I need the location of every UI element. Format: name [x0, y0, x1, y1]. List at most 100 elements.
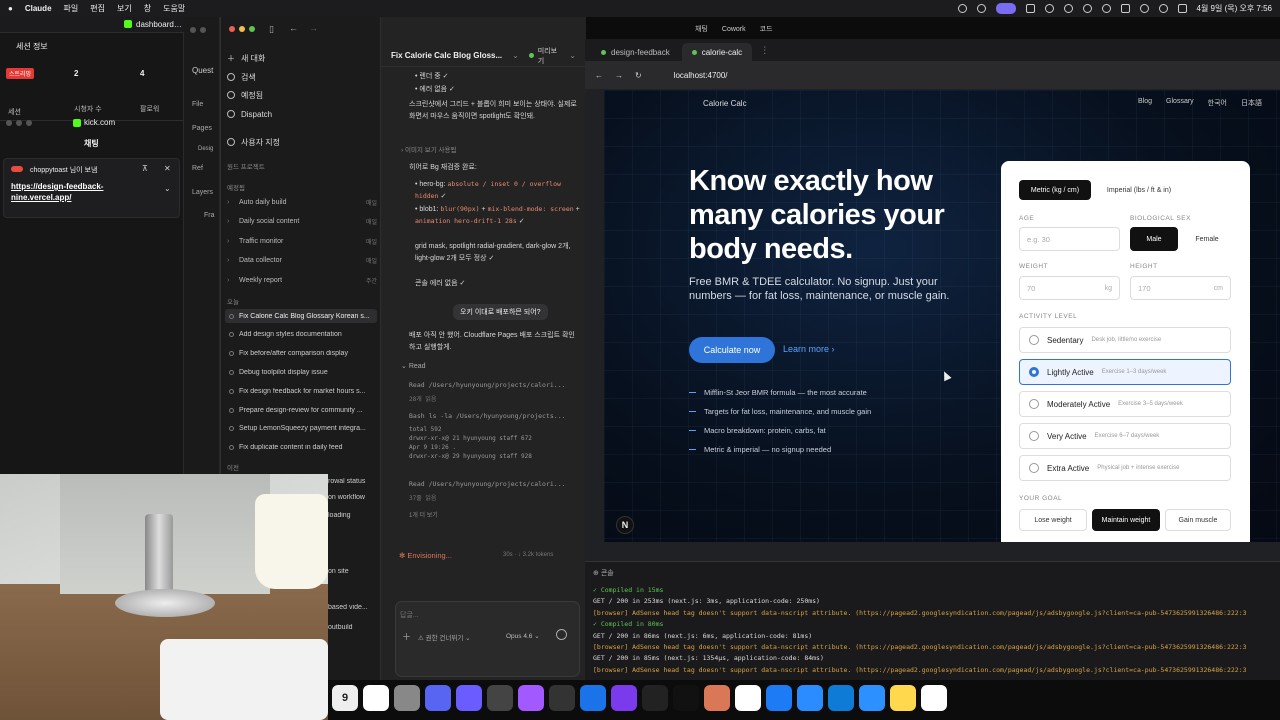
discord-icon[interactable]	[425, 685, 451, 711]
reload-icon[interactable]: ↻	[635, 71, 642, 80]
scheduled-item[interactable]: › Traffic monitor 매일	[227, 235, 377, 247]
chevron-down-icon[interactable]: ⌄	[512, 51, 519, 60]
wifi-icon[interactable]	[1139, 4, 1149, 13]
chat-history-item[interactable]: Debug toolpilot display issue	[225, 365, 377, 379]
menu-help[interactable]: 도움말	[163, 3, 185, 14]
clock[interactable]: 4월 9일 (목) 오후 7:56	[1197, 3, 1273, 14]
show-more-link[interactable]: 1개 더 보기	[409, 510, 438, 519]
status-icon[interactable]	[1025, 4, 1035, 13]
terminal-icon[interactable]	[673, 685, 699, 711]
weight-input[interactable]: 70 kg	[1019, 276, 1120, 300]
menu-file[interactable]: 파일	[64, 3, 79, 14]
minimize-button[interactable]	[239, 26, 245, 32]
figma-icon[interactable]	[518, 685, 544, 711]
font-icon[interactable]	[735, 685, 761, 711]
menu-app-name[interactable]: Claude	[25, 4, 52, 13]
status-icon[interactable]	[957, 4, 967, 13]
nav-glossary[interactable]: Glossary	[1166, 98, 1194, 108]
tab-calorie-calc[interactable]: calorie-calc	[681, 43, 753, 61]
moon-icon[interactable]	[1101, 4, 1111, 13]
vscode-icon[interactable]	[828, 685, 854, 711]
learn-more-link[interactable]: Learn more ›	[783, 344, 835, 354]
notes-icon[interactable]	[890, 685, 916, 711]
zoom-button[interactable]	[249, 26, 255, 32]
back-icon[interactable]: ←	[289, 23, 298, 33]
menu-view[interactable]: 보기	[117, 3, 132, 14]
forward-icon[interactable]: →	[309, 23, 318, 33]
height-input[interactable]: 170 cm	[1130, 276, 1231, 300]
minimize-button[interactable]	[16, 120, 22, 126]
chrome-icon[interactable]	[487, 685, 513, 711]
scheduled-item[interactable]: › Weekly report 주간	[227, 274, 377, 286]
chat-history-item[interactable]: outbuild	[328, 624, 380, 631]
nav-korean[interactable]: 한국어	[1208, 98, 1227, 108]
stop-button[interactable]	[556, 629, 567, 640]
mode-tab-code[interactable]: 코드	[760, 24, 773, 34]
unit-metric-toggle[interactable]: Metric (kg / cm)	[1019, 180, 1091, 200]
reply-input[interactable]	[400, 608, 575, 622]
goal-gain-button[interactable]: Gain muscle	[1165, 509, 1231, 531]
forward-icon[interactable]: →	[615, 71, 623, 80]
pinned-link[interactable]: https://design-feedback-nine.vercel.app/	[11, 181, 131, 203]
nav-dispatch[interactable]: Dispatch	[227, 107, 272, 121]
activity-moderately-active[interactable]: Moderately Active Exercise 3–5 days/week	[1019, 391, 1231, 417]
chat-history-item[interactable]: Fix Calorie Calc Blog Glossary Korean s.…	[225, 309, 377, 323]
notion-icon[interactable]	[363, 685, 389, 711]
nextjs-badge[interactable]: N	[616, 516, 634, 534]
scheduled-item[interactable]: › Data collector 매일	[227, 255, 377, 267]
calculate-button[interactable]: Calculate now	[689, 337, 775, 363]
cube-icon[interactable]	[549, 685, 575, 711]
chat-history-item[interactable]: Setup LemonSqueezy payment integra...	[225, 422, 377, 436]
tab-dashboard[interactable]: dashboard.kic	[136, 20, 184, 29]
chat-icon[interactable]	[456, 685, 482, 711]
chevron-down-icon[interactable]: ⌄	[569, 51, 576, 60]
activity-lightly-active[interactable]: Lightly Active Exercise 1–3 days/week	[1019, 359, 1231, 385]
control-center-icon[interactable]	[1177, 4, 1187, 13]
age-input[interactable]: e.g. 30	[1019, 227, 1120, 251]
sex-male-button[interactable]: Male	[1130, 227, 1178, 251]
chat-history-item[interactable]: rowal status	[328, 478, 380, 485]
site-brand[interactable]: Calorie Calc	[703, 99, 747, 108]
nav-search[interactable]: 검색	[227, 70, 256, 84]
zoom-button[interactable]	[26, 120, 32, 126]
chat-history-item[interactable]: loading	[328, 512, 380, 519]
preview-badge[interactable]: 미리보기	[538, 46, 564, 66]
activity-extra-active[interactable]: Extra Active Physical job + intense exerc…	[1019, 455, 1231, 481]
close-button[interactable]	[6, 120, 12, 126]
status-icon[interactable]	[976, 4, 986, 13]
menu-edit[interactable]: 편집	[90, 3, 105, 14]
search-icon[interactable]	[1158, 4, 1168, 13]
finder-icon[interactable]	[797, 685, 823, 711]
nav-customize[interactable]: 사용자 지정	[227, 135, 280, 149]
unit-imperial-toggle[interactable]: Imperial (lbs / ft & in)	[1097, 180, 1181, 200]
tool-bash[interactable]: Bash ls -la /Users/hyunyoung/projects...	[409, 412, 579, 420]
xcode-icon[interactable]	[766, 685, 792, 711]
more-icon[interactable]: ⋮	[760, 45, 769, 56]
pin-icon[interactable]: ⊼	[142, 164, 148, 173]
chevron-down-icon[interactable]: ⌄	[164, 184, 171, 193]
close-button[interactable]	[229, 26, 235, 32]
projects-section-label[interactable]: 원드 프로젝트	[227, 161, 265, 171]
activity-very-active[interactable]: Very Active Exercise 6–7 days/week	[1019, 423, 1231, 449]
app-icon[interactable]	[580, 685, 606, 711]
tool-group-header[interactable]: ⌄ Read	[401, 362, 426, 370]
close-icon[interactable]: ✕	[164, 164, 171, 173]
tab-design-feedback[interactable]: design-feedback	[591, 43, 680, 61]
mode-tab-chat[interactable]: 채팅	[695, 24, 708, 34]
nav-blog[interactable]: Blog	[1138, 98, 1152, 108]
mail-icon[interactable]	[859, 685, 885, 711]
goal-maintain-button[interactable]: Maintain weight	[1092, 509, 1160, 531]
back-icon[interactable]: ←	[595, 71, 603, 80]
permission-dropdown[interactable]: ⚠ 권한 건너뛰기 ⌄	[418, 632, 471, 642]
tool-read[interactable]: Read /Users/hyunyoung/projects/calori...	[409, 480, 579, 488]
menu-window[interactable]: 창	[144, 3, 151, 14]
plus-icon[interactable]: ＋	[402, 630, 411, 643]
calculator-icon[interactable]	[394, 685, 420, 711]
chat-history-item[interactable]: Fix duplicate content in daily feed	[225, 441, 377, 455]
chatgpt-icon[interactable]	[921, 685, 947, 711]
nav-new-chat[interactable]: ＋ 새 대화	[227, 51, 265, 65]
chat-history-item[interactable]: Fix design feedback for market hours s..…	[225, 384, 377, 398]
url-field[interactable]: localhost:4700/	[674, 71, 728, 80]
collapsed-tool-line[interactable]: › 이미지 보기 사용됨	[401, 144, 456, 154]
calendar-icon[interactable]: 9	[332, 685, 358, 711]
